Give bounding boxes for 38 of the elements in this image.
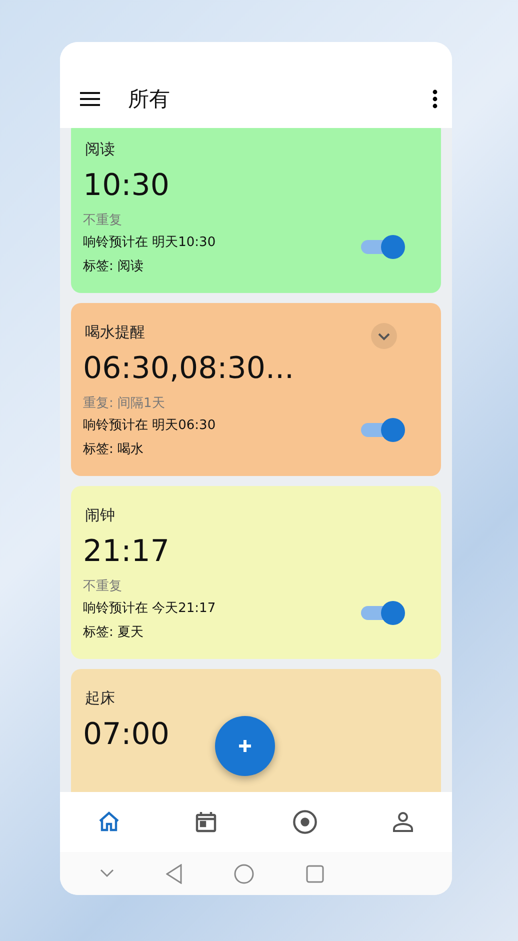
- repeat-text: 不重复: [83, 578, 123, 595]
- tag-text: 标签: 阅读: [83, 258, 145, 275]
- alarm-time: 07:00: [83, 717, 170, 752]
- home-circle-icon[interactable]: [234, 864, 254, 884]
- tag-text: 标签: 夏天: [83, 624, 145, 641]
- calendar-icon: [194, 810, 218, 834]
- toggle-switch[interactable]: [359, 418, 405, 442]
- alarm-card[interactable]: 起床 07:00: [71, 669, 441, 792]
- plus-icon: [238, 739, 252, 753]
- alarm-title: 阅读: [84, 140, 115, 160]
- person-icon: [391, 810, 416, 834]
- chevron-down-icon[interactable]: [100, 869, 114, 878]
- alarm-time: 10:30: [83, 168, 170, 203]
- recents-icon[interactable]: [306, 864, 324, 882]
- collapse-button[interactable]: [371, 323, 397, 349]
- chevron-down-icon: [377, 332, 391, 340]
- back-icon[interactable]: [166, 864, 182, 884]
- target-icon: [292, 809, 318, 835]
- alarm-time: 06:30,08:30...: [83, 351, 294, 386]
- home-icon: [96, 810, 121, 834]
- alarm-title: 起床: [84, 689, 115, 709]
- alarm-card[interactable]: 阅读 10:30 不重复 响铃预计在 明天10:30 标签: 阅读: [71, 128, 441, 293]
- repeat-text: 重复: 间隔1天: [83, 395, 166, 412]
- alarm-title: 闹钟: [84, 506, 115, 526]
- toggle-switch[interactable]: [359, 601, 405, 625]
- toggle-switch[interactable]: [359, 235, 405, 259]
- repeat-text: 不重复: [83, 212, 123, 229]
- next-ring-text: 响铃预计在 今天21:17: [83, 600, 216, 617]
- alarm-card[interactable]: 闹钟 21:17 不重复 响铃预计在 今天21:17 标签: 夏天: [71, 486, 441, 659]
- tag-text: 标签: 喝水: [83, 441, 145, 458]
- alarm-time: 21:17: [83, 534, 170, 569]
- next-ring-text: 响铃预计在 明天10:30: [83, 234, 216, 251]
- app-bar-title: 所有: [128, 86, 171, 113]
- alarm-card[interactable]: 喝水提醒 06:30,08:30... 重复: 间隔1天 响铃预计在 明天06:30 标签: 喝水: [71, 303, 441, 476]
- alarm-title: 喝水提醒: [84, 323, 145, 343]
- menu-icon[interactable]: [80, 92, 100, 106]
- more-options-icon[interactable]: [432, 89, 438, 109]
- next-ring-text: 响铃预计在 明天06:30: [83, 417, 216, 434]
